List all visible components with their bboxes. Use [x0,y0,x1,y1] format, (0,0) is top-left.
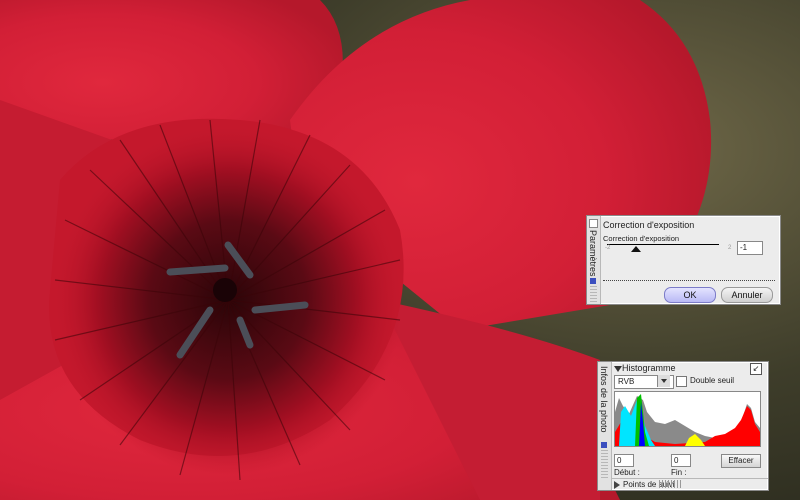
exposure-value-input[interactable]: -1 [737,241,763,255]
chevron-down-icon[interactable] [657,375,670,387]
photo-info-tab-label: Infos de la photo [599,366,609,433]
start-value-input[interactable]: 0 [614,454,634,467]
collapse-square-icon[interactable] [589,219,598,228]
cancel-button[interactable]: Annuler [721,287,773,303]
histogram-title: Histogramme [622,363,676,373]
tracking-points-section[interactable]: Points de suivi [611,478,768,490]
slider-label: Correction d'exposition [603,234,680,243]
expand-triangle-icon[interactable] [614,366,622,372]
divider [603,280,775,281]
resize-grip[interactable] [601,450,608,478]
parameters-side-tab[interactable]: Paramètres [587,216,601,304]
histogram-panel: Infos de la photo Histogramme ↙ RVB Doub… [597,361,769,491]
resize-arrow-icon[interactable]: ↙ [750,363,762,375]
exposure-correction-panel: Paramètres Correction d'exposition Corre… [586,215,781,305]
end-label: Fin : [671,468,687,477]
clear-button[interactable]: Effacer [721,454,761,468]
double-threshold-label: Double seuil [690,376,735,385]
end-value-input[interactable]: 0 [671,454,691,467]
pin-icon[interactable] [590,278,596,284]
slider-max-label: 2 [728,245,732,251]
expand-triangle-icon[interactable] [614,481,620,489]
photo-info-side-tab[interactable]: Infos de la photo [598,362,612,490]
ok-button[interactable]: OK [664,287,716,303]
slider-min-label: -2 [605,245,611,251]
parameters-tab-label: Paramètres [588,230,598,277]
start-label: Début : [614,468,640,477]
resize-grip[interactable] [590,286,597,302]
grip-dots [659,480,683,488]
exposure-slider-track[interactable] [607,244,719,245]
exposure-slider-thumb[interactable] [631,246,641,252]
double-threshold-checkbox[interactable] [676,376,687,387]
histogram-plot[interactable] [614,391,761,447]
pin-icon[interactable] [601,442,607,448]
panel-title: Correction d'exposition [603,220,695,230]
